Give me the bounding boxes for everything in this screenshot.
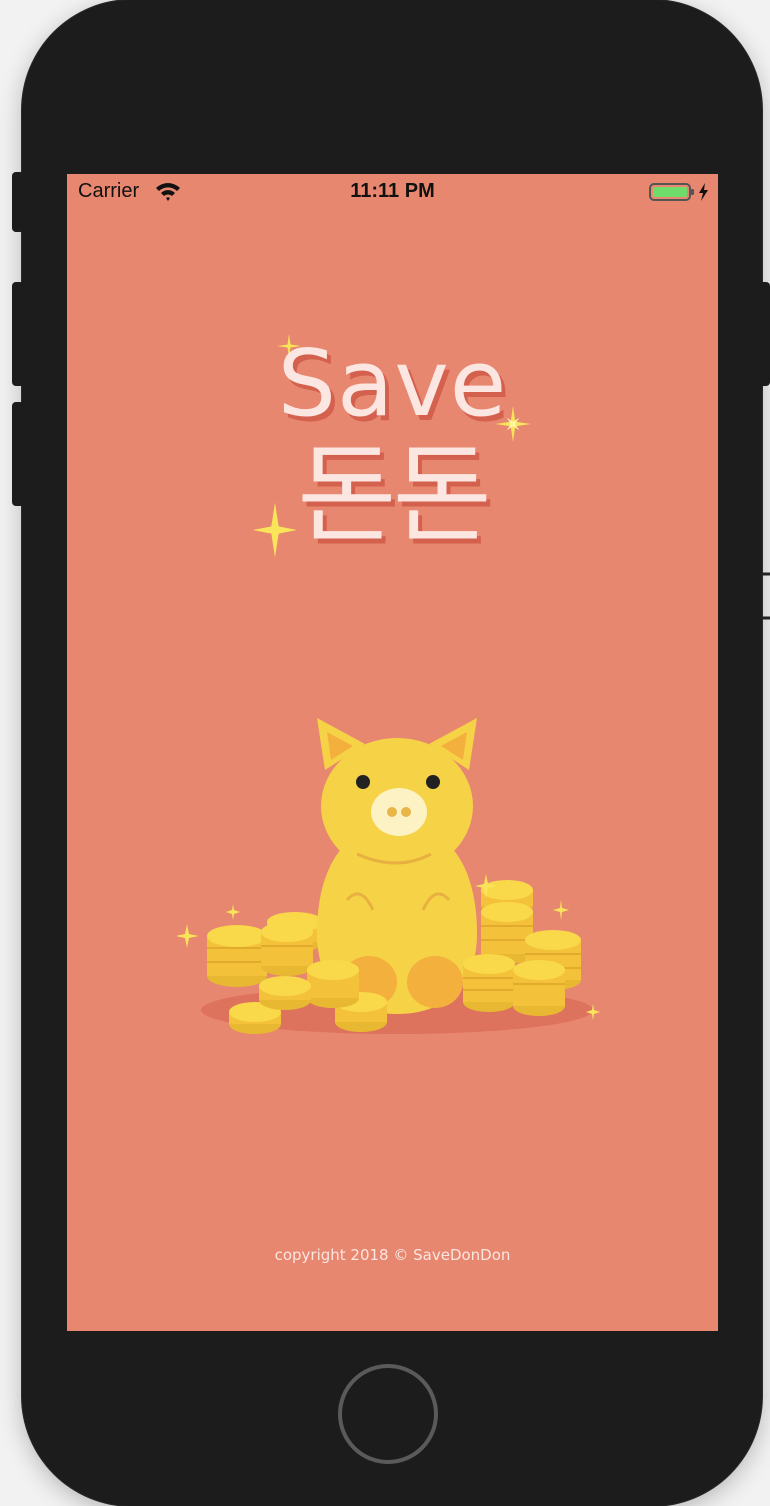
pig-with-coins-illustration [177,718,600,1034]
status-bar: Carrier 11:11 PM [67,174,718,210]
mute-switch [12,172,24,232]
app-screen: Carrier 11:11 PM Save 돈돈 copyright 2018 … [67,174,718,1331]
volume-up-button [12,282,24,386]
coin-stack-left-2 [261,922,313,976]
coin-stack-front-right-2 [513,960,565,1016]
app-title-dondon: 돈돈 [297,433,492,558]
status-time: 11:11 PM [350,180,435,202]
home-button[interactable] [338,1364,438,1464]
app-title-save: Save [277,330,508,437]
edge-mark [762,572,770,620]
battery-charging-icon [649,183,708,201]
coin-stack-left [207,925,267,987]
coin-stack-front-left [259,976,311,1010]
volume-down-button [12,402,24,506]
coin-stack-mid-left [307,960,359,1008]
coin-stack-front-right [463,954,515,1012]
power-button [758,282,770,386]
copyright-text: copyright 2018 © SaveDonDon [274,1246,511,1264]
